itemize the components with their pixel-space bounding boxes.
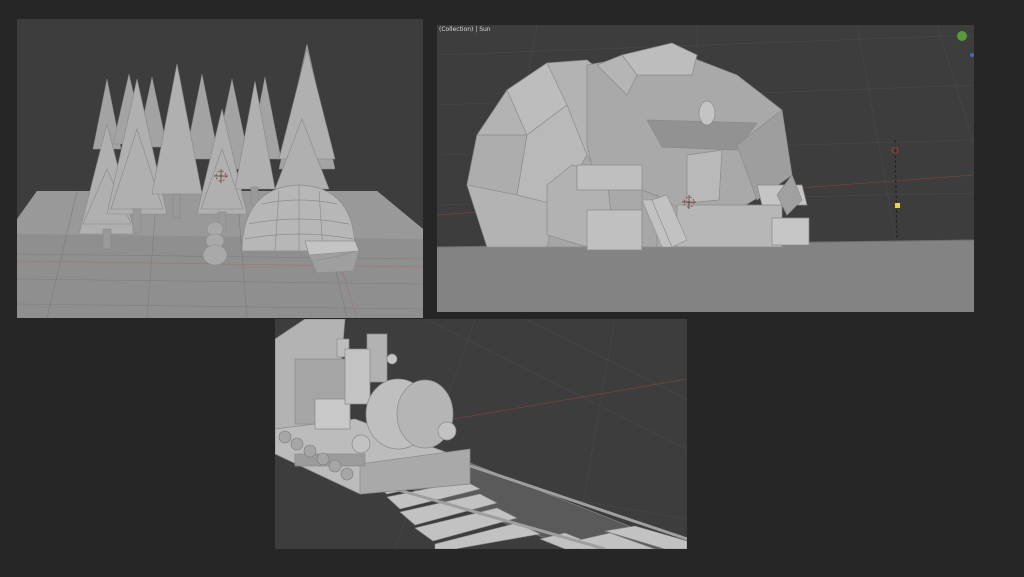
cave-scene [437,25,974,312]
cave-viewport[interactable]: (Collection) | Sun [437,25,974,312]
viewport-header-text: (Collection) | Sun [439,26,491,33]
train-scene [275,319,687,549]
locomotive [275,319,471,495]
forest-scene [17,43,423,318]
train-viewport[interactable] [275,319,687,549]
forest-viewport[interactable] [17,19,423,318]
